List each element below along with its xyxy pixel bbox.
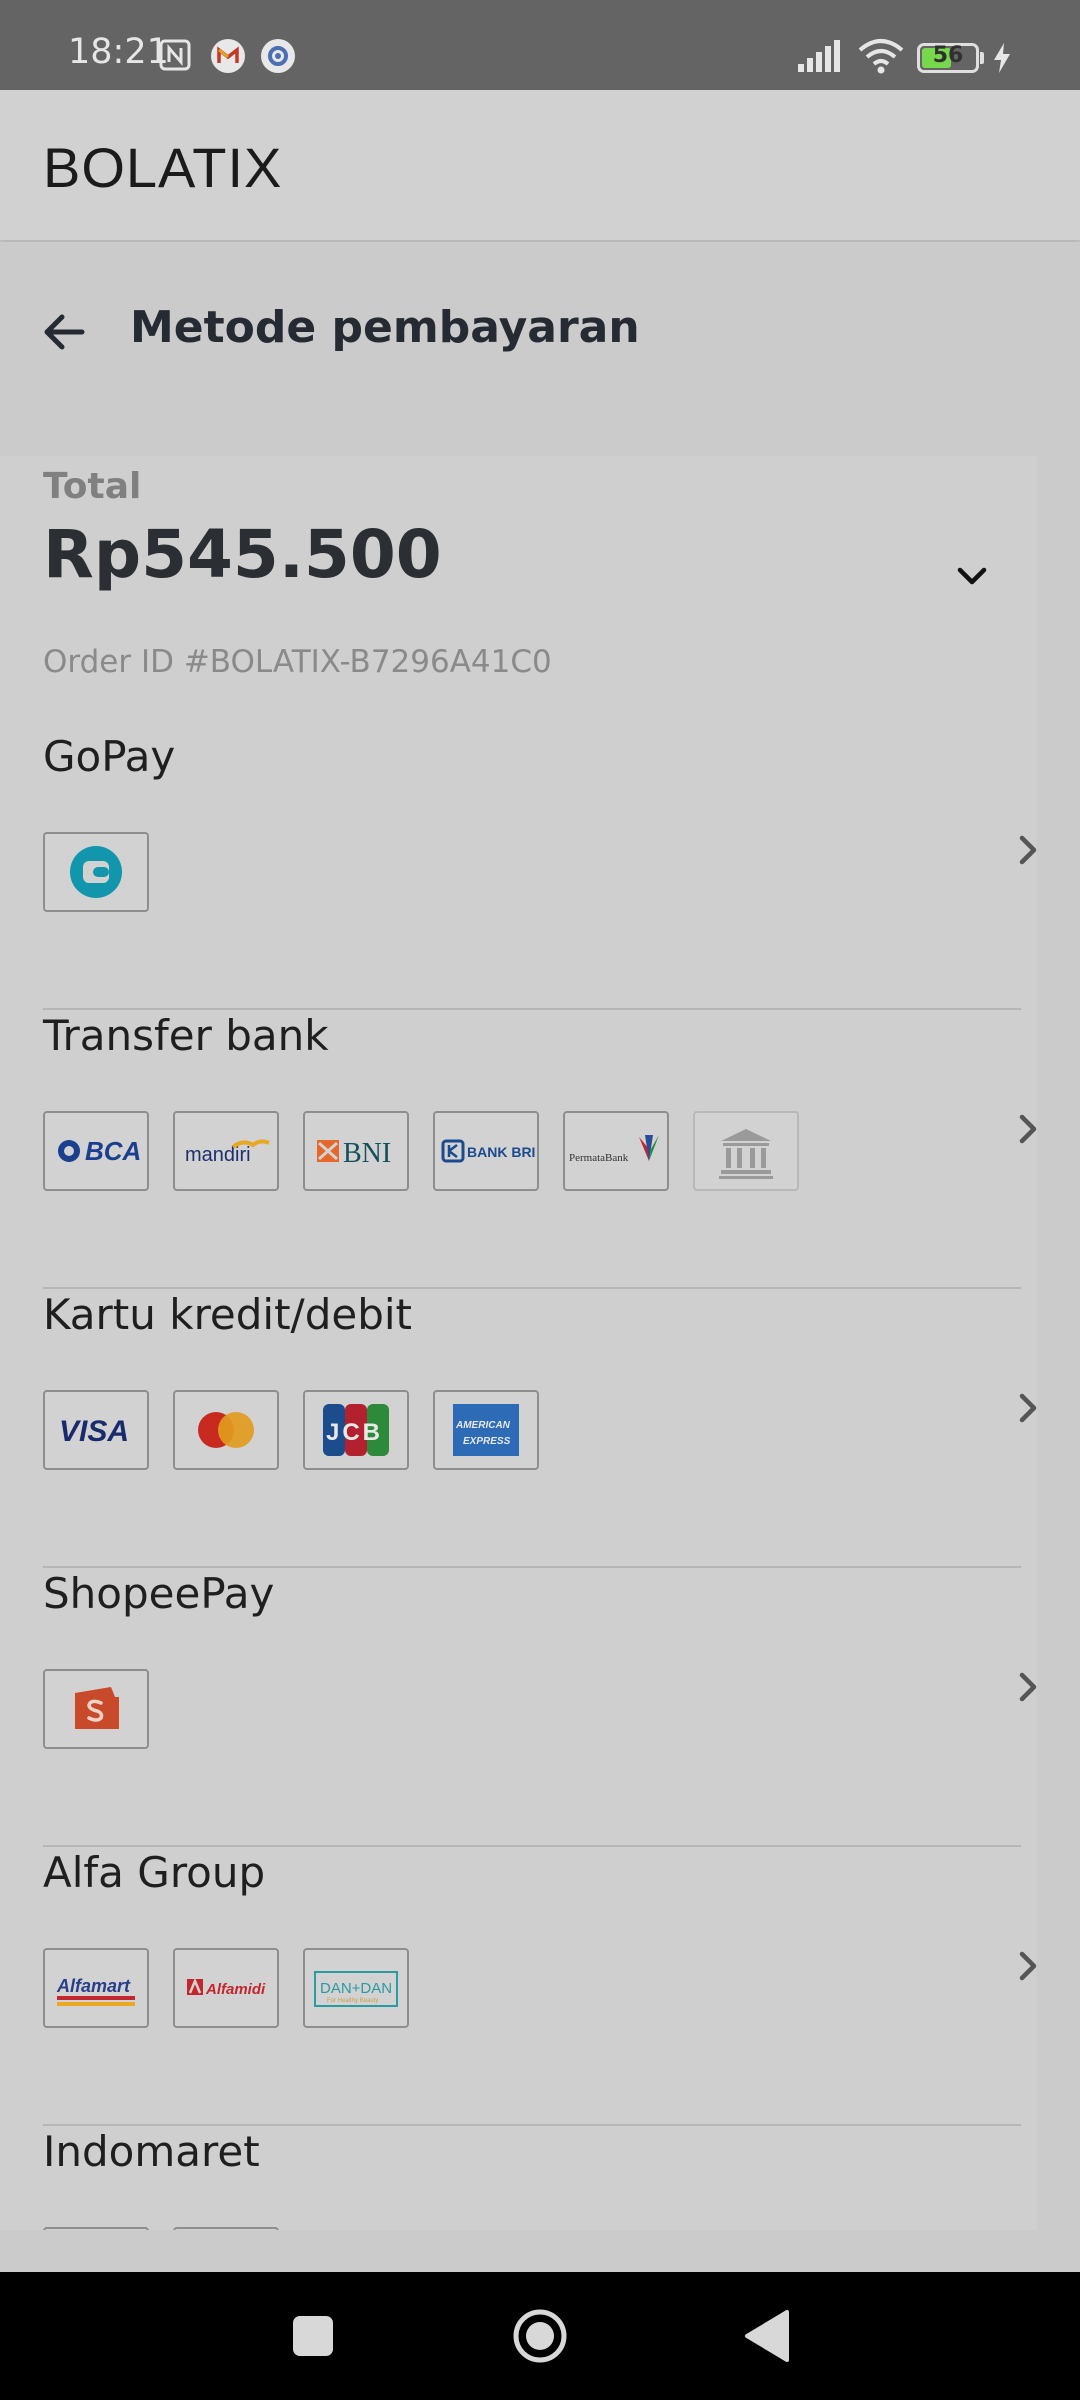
permata-text: PermataBank xyxy=(569,1152,629,1164)
method-title: Kartu kredit/debit xyxy=(43,1290,412,1339)
amex-text-2: EXPRESS xyxy=(463,1436,511,1447)
shopeepay-logo xyxy=(43,1669,149,1749)
divider xyxy=(43,1566,1021,1568)
back-button[interactable] xyxy=(707,2272,827,2400)
nfc-icon xyxy=(158,38,192,76)
method-gopay[interactable]: GoPay xyxy=(43,732,1037,1010)
chevron-right-icon xyxy=(1018,1671,1037,1707)
battery-icon: 56 xyxy=(917,43,979,73)
visa-logo: VISA xyxy=(43,1390,149,1470)
alfamart-logo: Alfamart xyxy=(43,1948,149,2028)
app-title: BOLATIX xyxy=(43,136,283,199)
method-indomaret[interactable]: Indomaret xyxy=(43,2127,1021,2230)
app-bar: BOLATIX xyxy=(0,90,1080,240)
mastercard-logo xyxy=(173,1390,279,1470)
page-title: Metode pembayaran xyxy=(130,302,640,353)
gmail-icon xyxy=(210,38,246,78)
method-title: Transfer bank xyxy=(43,1011,329,1060)
bri-logo: BANK BRI xyxy=(433,1111,539,1191)
method-transfer-bank[interactable]: Transfer bank BCA mandiri BNI BANK BRI P… xyxy=(43,1011,1037,1289)
amex-text-1: AMERICAN xyxy=(455,1420,511,1431)
bca-logo: BCA xyxy=(43,1111,149,1191)
battery-percent: 56 xyxy=(932,43,964,68)
recents-button[interactable] xyxy=(253,2272,373,2400)
method-title: GoPay xyxy=(43,732,176,781)
battery-cap xyxy=(980,52,984,64)
divider xyxy=(43,1008,1021,1010)
dandan-logo: DAN+DAN For Healthy Beauty xyxy=(303,1948,409,2028)
jcb-text: JCB xyxy=(326,1419,383,1446)
settings-app-icon xyxy=(260,38,296,78)
alfamidi-logo: Alfamidi xyxy=(173,1948,279,2028)
bri-text: BANK BRI xyxy=(467,1144,535,1160)
divider xyxy=(43,1287,1021,1289)
status-time: 18:21 xyxy=(68,32,169,72)
chevron-right-icon xyxy=(1018,2229,1037,2230)
divider xyxy=(43,1845,1021,1847)
total-amount: Rp545.500 xyxy=(43,516,442,593)
status-bar: 18:21 56 xyxy=(0,0,1080,90)
divider xyxy=(43,2124,1021,2126)
chevron-down-icon[interactable] xyxy=(955,564,989,592)
method-title: Alfa Group xyxy=(43,1848,266,1897)
visa-text: VISA xyxy=(59,1415,129,1448)
method-alfa-group[interactable]: Alfa Group Alfamart Alfamidi DAN+DAN For… xyxy=(43,1848,1037,2126)
other-bank-logo xyxy=(693,1111,799,1191)
chevron-right-icon xyxy=(1018,1950,1037,1986)
indomaret-logo-2 xyxy=(173,2227,279,2230)
page-header: Metode pembayaran xyxy=(0,242,1080,417)
indomaret-logo xyxy=(43,2227,149,2230)
dandan-subtext: For Healthy Beauty xyxy=(327,1998,378,2004)
method-title: Indomaret xyxy=(43,2127,260,2176)
navigation-bar xyxy=(0,2272,1080,2400)
jcb-logo: JCB xyxy=(303,1390,409,1470)
permata-logo: PermataBank xyxy=(563,1111,669,1191)
order-id: Order ID #BOLATIX-B7296A41C0 xyxy=(43,644,552,680)
signal-icon xyxy=(796,38,844,78)
alfamart-text: Alfamart xyxy=(56,1976,131,1996)
total-label: Total xyxy=(43,466,142,507)
method-shopeepay[interactable]: ShopeePay xyxy=(43,1569,1037,1847)
charging-icon xyxy=(992,42,1012,78)
gopay-logo xyxy=(43,832,149,912)
method-credit-debit-card[interactable]: Kartu kredit/debit VISA JCB AMERICAN EXP… xyxy=(43,1290,1037,1568)
bni-text: BNI xyxy=(343,1138,391,1169)
bni-logo: BNI xyxy=(303,1111,409,1191)
chevron-right-icon xyxy=(1018,834,1037,870)
home-button[interactable] xyxy=(480,2272,600,2400)
wifi-icon xyxy=(858,38,904,78)
amex-logo: AMERICAN EXPRESS xyxy=(433,1390,539,1470)
chevron-right-icon xyxy=(1018,1113,1037,1149)
bca-text: BCA xyxy=(85,1136,141,1166)
alfamidi-text: Alfamidi xyxy=(205,1981,266,1998)
back-arrow-icon[interactable] xyxy=(42,312,86,356)
chevron-right-icon xyxy=(1018,1392,1037,1428)
mandiri-logo: mandiri xyxy=(173,1111,279,1191)
mandiri-text: mandiri xyxy=(185,1144,251,1166)
method-title: ShopeePay xyxy=(43,1569,275,1618)
payment-panel: Total Rp545.500 Order ID #BOLATIX-B7296A… xyxy=(0,456,1037,2230)
dandan-text: DAN+DAN xyxy=(320,1980,392,1997)
